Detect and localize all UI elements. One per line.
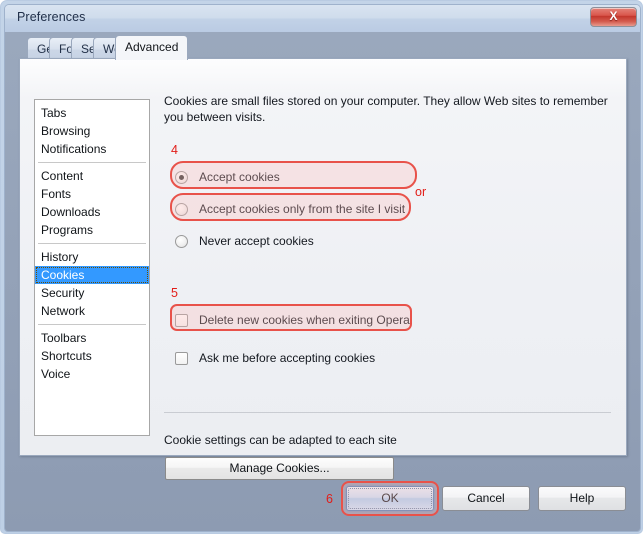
cancel-button[interactable]: Cancel <box>442 486 530 511</box>
sidebar-item-downloads[interactable]: Downloads <box>35 203 149 221</box>
cookie-settings-note: Cookie settings can be adapted to each s… <box>164 433 397 447</box>
checkbox-label: Ask me before accepting cookies <box>199 351 375 365</box>
manage-cookies-button[interactable]: Manage Cookies... <box>165 457 394 480</box>
title-bar: Preferences X <box>5 5 641 32</box>
radio-never-accept-cookies[interactable]: Never accept cookies <box>164 229 314 253</box>
radio-label: Accept cookies <box>199 170 280 184</box>
checkbox-delete-new-cookies-on-exit[interactable]: Delete new cookies when exiting Opera <box>164 308 410 332</box>
checkbox-label: Delete new cookies when exiting Opera <box>199 313 410 327</box>
sidebar-item-toolbars[interactable]: Toolbars <box>35 329 149 347</box>
sidebar-item-tabs[interactable]: Tabs <box>35 104 149 122</box>
close-glyph: X <box>591 9 636 23</box>
sidebar-item-content[interactable]: Content <box>35 167 149 185</box>
tab-advanced[interactable]: Advanced <box>115 35 188 60</box>
radio-label: Accept cookies only from the site I visi… <box>199 202 405 216</box>
sidebar-item-cookies[interactable]: Cookies <box>35 266 149 284</box>
category-sidebar[interactable]: TabsBrowsingNotifications ContentFontsDow… <box>34 99 150 436</box>
content-panel: TabsBrowsingNotifications ContentFontsDow… <box>19 58 627 456</box>
radio-label: Never accept cookies <box>199 234 314 248</box>
tab-strip: GeneralFormsSearchWeb PagesAdvanced <box>5 32 641 59</box>
sidebar-item-history[interactable]: History <box>35 248 149 266</box>
sidebar-item-browsing[interactable]: Browsing <box>35 122 149 140</box>
radio-indicator[interactable] <box>175 203 188 216</box>
annotation-marker-6: 6 <box>326 492 333 506</box>
sidebar-item-network[interactable]: Network <box>35 302 149 320</box>
sidebar-item-programs[interactable]: Programs <box>35 221 149 239</box>
annotation-marker-4: 4 <box>171 143 178 157</box>
ok-button[interactable]: OK <box>346 486 434 511</box>
sidebar-group-divider <box>38 162 146 163</box>
annotation-label-or: or <box>415 185 426 199</box>
window-title: Preferences <box>17 10 86 24</box>
help-button[interactable]: Help <box>538 486 626 511</box>
radio-indicator[interactable] <box>175 235 188 248</box>
annotation-marker-5: 5 <box>171 286 178 300</box>
sidebar-group-divider <box>38 324 146 325</box>
cookies-intro-text: Cookies are small files stored on your c… <box>164 93 612 125</box>
checkbox-ask-before-accepting[interactable]: Ask me before accepting cookies <box>164 346 375 370</box>
radio-accept-cookies[interactable]: Accept cookies <box>164 165 280 189</box>
sidebar-item-notifications[interactable]: Notifications <box>35 140 149 158</box>
window-inner-frame: Preferences X GeneralFormsSearchWeb Page… <box>4 4 641 532</box>
preferences-dialog-window: Preferences X GeneralFormsSearchWeb Page… <box>0 0 643 534</box>
close-icon[interactable]: X <box>590 7 637 27</box>
checkbox-indicator[interactable] <box>175 352 188 365</box>
radio-accept-cookies-site-only[interactable]: Accept cookies only from the site I visi… <box>164 197 405 221</box>
sidebar-item-voice[interactable]: Voice <box>35 365 149 383</box>
sidebar-group-divider <box>38 243 146 244</box>
section-divider <box>164 412 611 413</box>
sidebar-item-shortcuts[interactable]: Shortcuts <box>35 347 149 365</box>
focus-ring <box>348 488 432 509</box>
checkbox-indicator[interactable] <box>175 314 188 327</box>
sidebar-item-security[interactable]: Security <box>35 284 149 302</box>
radio-indicator[interactable] <box>175 171 188 184</box>
sidebar-item-fonts[interactable]: Fonts <box>35 185 149 203</box>
